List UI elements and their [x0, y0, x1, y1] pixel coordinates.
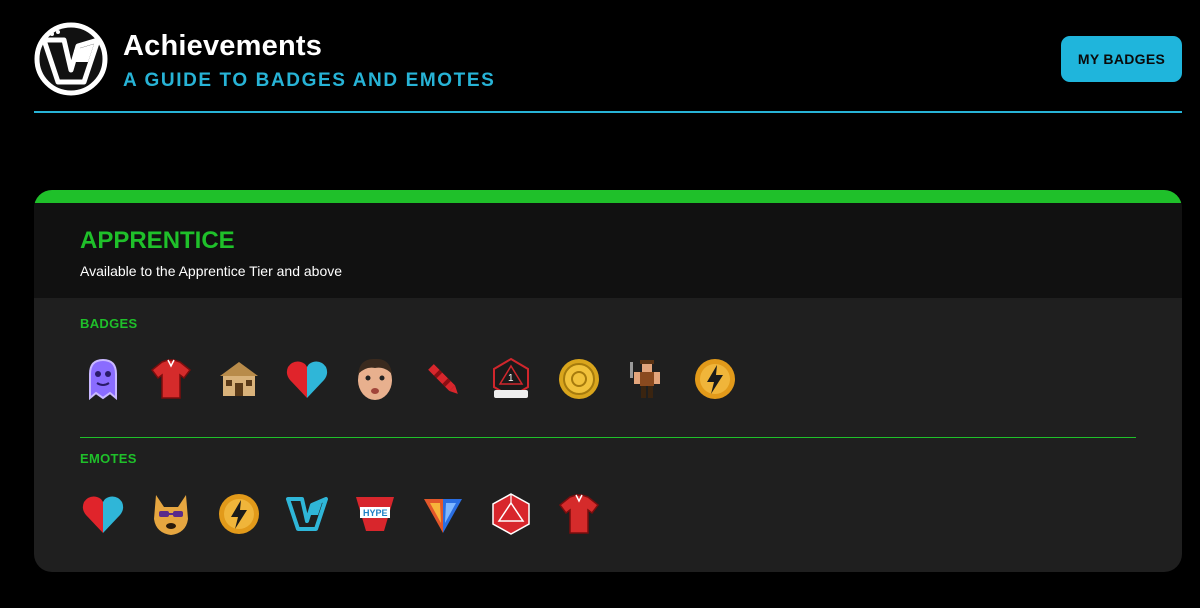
d20-dice-badge-icon[interactable]: 1: [488, 356, 534, 402]
lightning-coin-badge-icon[interactable]: [692, 356, 738, 402]
fire-ice-logo-emote-icon[interactable]: [420, 491, 466, 537]
tier-header: APPRENTICE Available to the Apprentice T…: [34, 203, 1182, 298]
brand-logo-icon[interactable]: [34, 22, 108, 96]
split-heart-emote-icon[interactable]: [80, 491, 126, 537]
emotes-section-label: EMOTES: [80, 451, 137, 466]
hype-emote-icon[interactable]: HYPE: [352, 491, 398, 537]
page-title: Achievements: [123, 30, 323, 62]
pixel-warrior-badge-icon[interactable]: [624, 356, 670, 402]
dog-sunglasses-emote-icon[interactable]: [148, 491, 194, 537]
badges-section-label: BADGES: [80, 316, 138, 331]
tier-card: APPRENTICE Available to the Apprentice T…: [34, 190, 1182, 572]
section-divider: [80, 437, 1136, 438]
ghost-badge-icon[interactable]: [80, 356, 126, 402]
face-badge-icon[interactable]: [352, 356, 398, 402]
page-header: Achievements A GUIDE TO BADGES AND EMOTE…: [34, 22, 1182, 112]
badges-row: 1: [80, 356, 740, 404]
my-badges-button[interactable]: MY BADGES: [1061, 36, 1182, 82]
lightning-coin-emote-icon[interactable]: [216, 491, 262, 537]
red-jersey-badge-icon[interactable]: [148, 356, 194, 402]
gold-coin-badge-icon[interactable]: [556, 356, 602, 402]
hut-badge-icon[interactable]: [216, 356, 262, 402]
page-subtitle: A GUIDE TO BADGES AND EMOTES: [123, 70, 496, 91]
svg-text:HYPE: HYPE: [363, 508, 388, 518]
logo-emote-icon[interactable]: [284, 491, 330, 537]
emotes-row: HYPE: [80, 491, 600, 539]
tier-title: APPRENTICE: [80, 227, 235, 254]
red-jersey-emote-icon[interactable]: [556, 491, 602, 537]
svg-text:1: 1: [508, 373, 514, 384]
tier-description: Available to the Apprentice Tier and abo…: [80, 263, 343, 279]
split-heart-badge-icon[interactable]: [284, 356, 330, 402]
tier-accent-bar: [34, 190, 1182, 203]
d20-red-emote-icon[interactable]: [488, 491, 534, 537]
crayon-badge-icon[interactable]: [420, 356, 466, 402]
header-divider: [34, 111, 1182, 113]
